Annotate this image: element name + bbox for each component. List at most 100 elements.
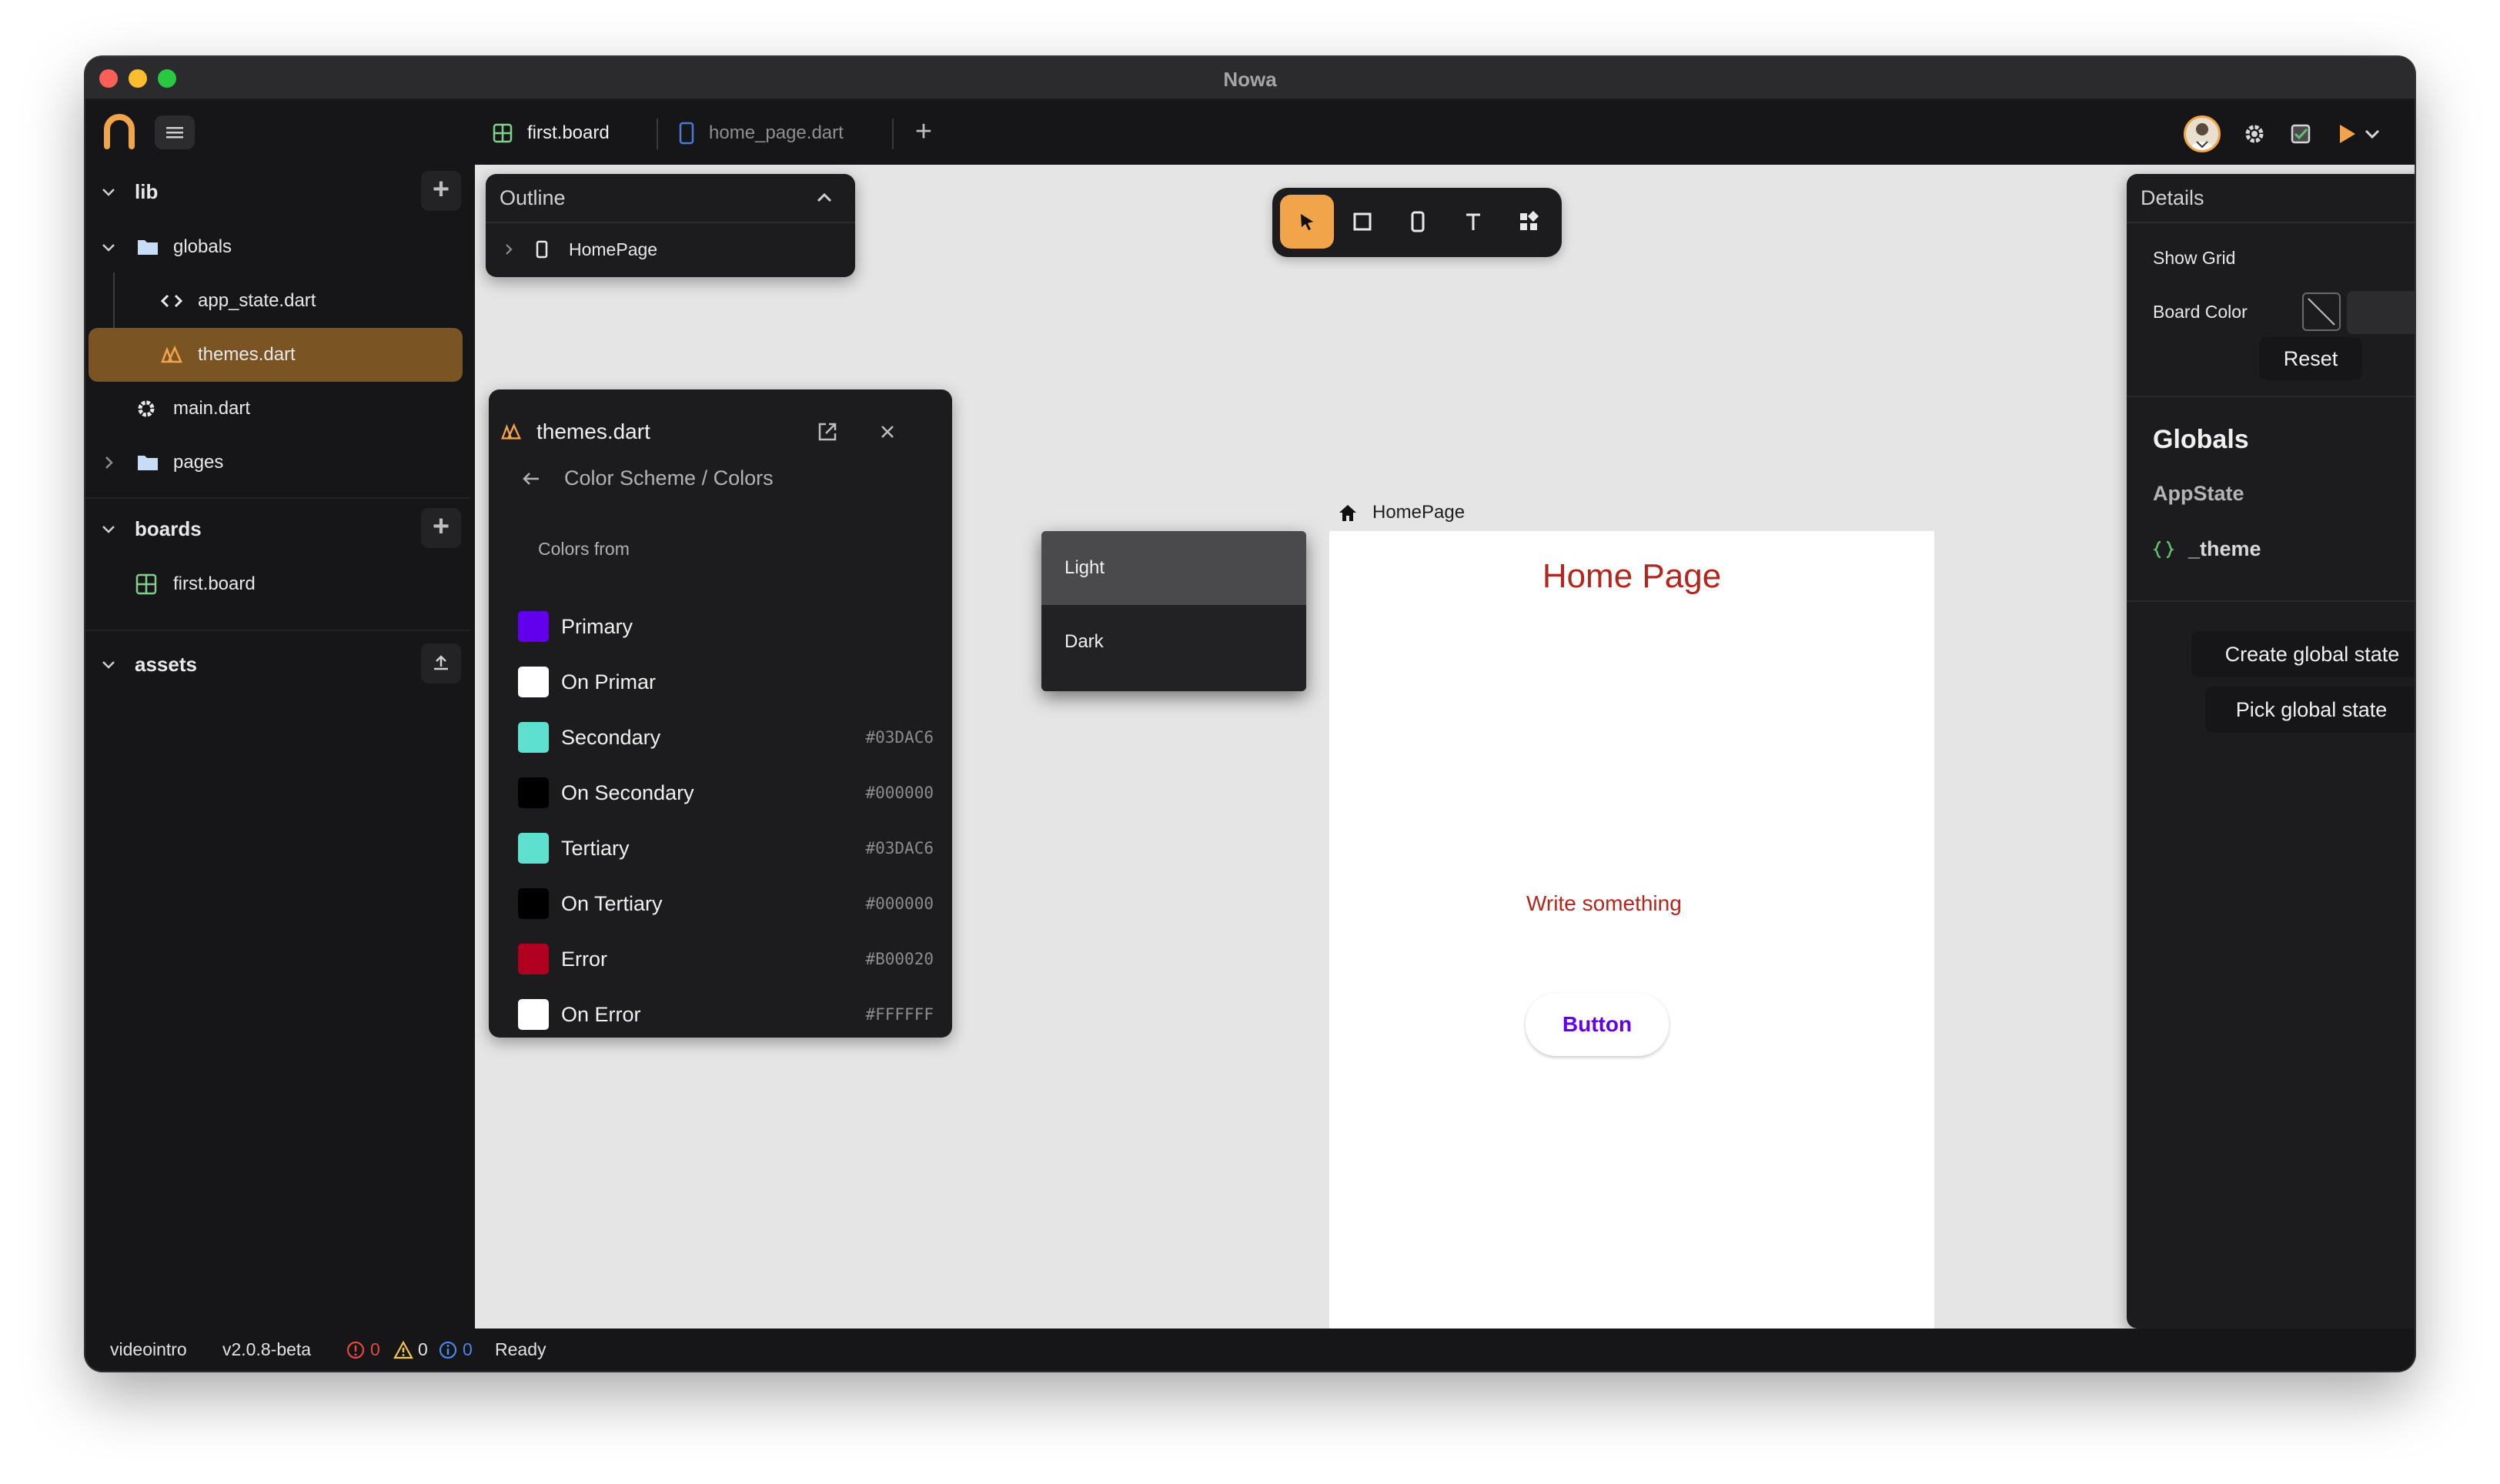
color-row[interactable]: Error #B00020 [518, 938, 934, 981]
upload-asset-button[interactable] [421, 643, 461, 684]
add-tab-button[interactable]: + [906, 115, 941, 151]
grid-icon [135, 573, 157, 595]
top-toolbar: first.board home_page.dart + [85, 100, 2415, 165]
sidebar-item-label: themes.dart [198, 344, 296, 365]
close-icon[interactable] [877, 421, 898, 443]
create-global-state-button[interactable]: Create global state [2191, 631, 2415, 677]
section-boards[interactable]: boards + [85, 502, 470, 556]
status-bar: videointro v2.0.8-beta 0 0 0 Ready [85, 1329, 2415, 1371]
color-swatch[interactable] [518, 999, 549, 1030]
user-avatar[interactable] [2184, 115, 2221, 152]
globals-heading: Globals [2153, 425, 2249, 454]
gear-icon[interactable] [2241, 120, 2268, 148]
screen-label[interactable]: HomePage [1337, 502, 1465, 523]
color-swatch[interactable] [518, 944, 549, 974]
warning-count[interactable]: 0 [393, 1339, 428, 1360]
folder-icon [138, 456, 158, 470]
color-hex: #000000 [865, 784, 934, 802]
elevated-button[interactable]: Button [1526, 993, 1669, 1056]
board-color-input[interactable] [2347, 291, 2415, 334]
color-swatch[interactable] [518, 777, 549, 808]
sidebar-item-first-board[interactable]: first.board [85, 557, 470, 611]
sidebar-item-globals[interactable]: globals [85, 220, 470, 274]
sidebar-item-pages[interactable]: pages [85, 436, 470, 490]
text-widget[interactable]: Write something [1526, 891, 1682, 916]
cursor-icon [1301, 214, 1313, 230]
info-count-value: 0 [463, 1339, 473, 1359]
color-name: Secondary [561, 725, 661, 749]
add-lib-file-button[interactable]: + [421, 171, 461, 211]
add-board-button[interactable]: + [421, 508, 461, 548]
board-color-swatch[interactable] [2302, 292, 2341, 331]
outline-item-homepage[interactable]: HomePage [486, 223, 855, 276]
color-hex: #03DAC6 [865, 839, 934, 857]
nowa-logo-icon[interactable] [101, 114, 138, 151]
color-swatch[interactable] [518, 888, 549, 919]
color-row[interactable]: On Error #FFFFFF [518, 993, 934, 1036]
screen-label-text: HomePage [1372, 502, 1466, 523]
outline-panel: Outline HomePage [486, 174, 855, 277]
dropdown-option-light[interactable]: Light [1041, 531, 1306, 605]
chevron-right-icon[interactable] [501, 242, 516, 257]
chevron-down-icon [102, 526, 115, 533]
dropdown-option-dark[interactable]: Dark [1041, 605, 1306, 679]
screen-tool-button[interactable] [1391, 195, 1445, 249]
color-swatch[interactable] [518, 722, 549, 753]
sidebar-item-themes[interactable]: themes.dart [89, 328, 463, 382]
color-hex: #000000 [865, 894, 934, 913]
color-row[interactable]: On Secondary #000000 [518, 771, 934, 814]
pick-global-state-button[interactable]: Pick global state [2205, 687, 2415, 733]
board-canvas[interactable]: Outline HomePage themes.dart Color Schem… [475, 165, 2415, 1329]
reset-button[interactable]: Reset [2259, 337, 2362, 380]
page-title[interactable]: Home Page [1329, 557, 1934, 596]
play-icon[interactable] [2333, 120, 2361, 148]
checklist-icon[interactable] [2287, 120, 2315, 148]
frame-tool-button[interactable] [1335, 195, 1389, 249]
info-count[interactable]: 0 [438, 1339, 473, 1360]
color-row[interactable]: On Primar [518, 660, 934, 704]
homepage-screen[interactable]: Home Page Write something Button [1329, 531, 1934, 1329]
chevron-up-icon[interactable] [814, 187, 835, 209]
chevron-down-icon[interactable] [2362, 120, 2382, 148]
folder-icon [138, 240, 158, 255]
color-row[interactable]: Secondary #03DAC6 [518, 716, 934, 759]
canvas-tool-palette [1272, 188, 1562, 257]
no-color-icon [2308, 298, 2335, 326]
theme-variable-label: _theme [2188, 537, 2261, 560]
colors-from-label: Colors from [538, 539, 630, 559]
sidebar-item-main[interactable]: main.dart [85, 382, 470, 436]
details-title: Details [2141, 186, 2204, 209]
back-arrow-icon[interactable] [520, 467, 543, 490]
open-external-icon[interactable] [815, 419, 840, 444]
status-text: Ready [495, 1339, 546, 1359]
color-swatch[interactable] [518, 833, 549, 864]
tab-home-page-dart[interactable]: home_page.dart [678, 115, 844, 151]
tab-first-board[interactable]: first.board [492, 115, 610, 151]
color-name: Primary [561, 614, 633, 638]
sidebar-item-app-state[interactable]: app_state.dart [85, 274, 470, 328]
theme-variable[interactable]: _theme [2153, 537, 2261, 561]
color-row[interactable]: Tertiary #03DAC6 [518, 827, 934, 870]
color-row[interactable]: Primary [518, 605, 934, 648]
sidebar-item-label: globals [173, 236, 232, 257]
warning-count-value: 0 [418, 1339, 428, 1359]
section-assets[interactable]: assets [85, 637, 470, 691]
tab-label: first.board [527, 122, 610, 143]
details-header: Details [2127, 174, 2415, 223]
appstate-label[interactable]: AppState [2153, 482, 2244, 506]
project-name[interactable]: videointro [110, 1339, 187, 1360]
text-tool-button[interactable] [1446, 195, 1500, 249]
select-tool-button[interactable] [1280, 195, 1334, 249]
menu-button[interactable] [155, 115, 195, 149]
error-count[interactable]: 0 [346, 1339, 380, 1360]
color-swatch[interactable] [518, 611, 549, 642]
color-swatch[interactable] [518, 667, 549, 697]
hamburger-icon [166, 127, 183, 139]
color-name: Error [561, 947, 607, 971]
color-name: On Tertiary [561, 891, 663, 915]
widgets-tool-button[interactable] [1502, 195, 1556, 249]
section-lib[interactable]: lib + [85, 165, 470, 219]
color-hex: #B00020 [865, 950, 934, 968]
section-label: boards [135, 516, 202, 540]
color-row[interactable]: On Tertiary #000000 [518, 882, 934, 925]
